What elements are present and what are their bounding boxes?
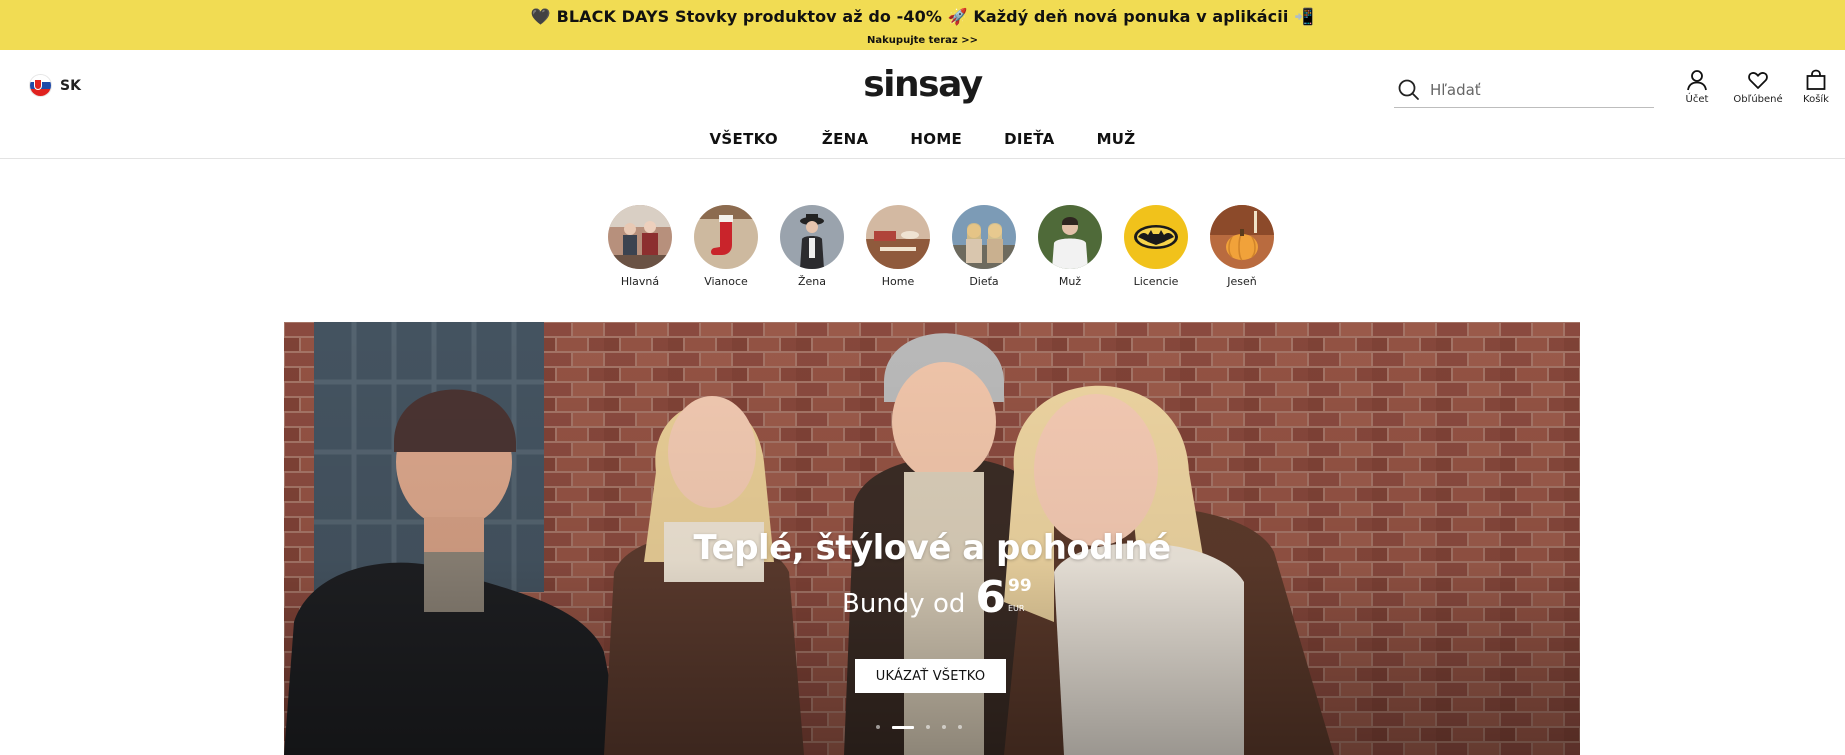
promo-headline[interactable]: 🖤 BLACK DAYS Stovky produktov až do -40%… [0, 7, 1845, 26]
category-christmas-label: Vianoce [704, 275, 748, 288]
slide-dot-4[interactable] [942, 725, 946, 729]
category-main-label: Hlavná [620, 275, 660, 288]
category-women[interactable]: Žena [769, 205, 855, 288]
category-kids-image [952, 205, 1016, 269]
category-men-image [1038, 205, 1102, 269]
category-autumn[interactable]: Jeseň [1199, 205, 1285, 288]
category-main[interactable]: Hlavná [597, 205, 683, 288]
hero-title: Teplé, štýlové a pohodlné [693, 528, 1171, 568]
category-christmas-image [694, 205, 758, 269]
category-carousel: Hlavná Vianoce Žena Home Dieťa Muž Licen… [597, 205, 1285, 288]
heart-icon [1748, 72, 1768, 89]
slide-indicator [876, 725, 962, 729]
slide-dot-5[interactable] [958, 725, 962, 729]
hero-price-currency: EUR [1008, 604, 1025, 613]
category-men[interactable]: Muž [1027, 205, 1113, 288]
category-licences[interactable]: Licencie [1113, 205, 1199, 288]
hero-price-decimals: 99 [1008, 576, 1032, 596]
promo-bar: 🖤 BLACK DAYS Stovky produktov až do -40%… [0, 0, 1845, 50]
cart-button[interactable]: Košík [1796, 68, 1836, 105]
category-men-label: Muž [1058, 275, 1082, 288]
hero-price-integer: 6 [975, 572, 1006, 623]
category-licences-image [1124, 205, 1188, 269]
slide-dot-1[interactable] [876, 725, 880, 729]
category-home-image [866, 205, 930, 269]
shopping-bag-icon [1806, 69, 1826, 90]
hero-price-prefix: Bundy od [842, 589, 966, 619]
category-home-label: Home [881, 275, 915, 288]
hero-banner[interactable]: Teplé, štýlové a pohodlné Bundy od 6 99 … [284, 322, 1580, 755]
category-kids[interactable]: Dieťa [941, 205, 1027, 288]
search-input[interactable] [1430, 80, 1630, 99]
category-autumn-image [1210, 205, 1274, 269]
category-home[interactable]: Home [855, 205, 941, 288]
nav-item-all[interactable]: VŠETKO [710, 130, 778, 148]
search-icon[interactable] [1394, 75, 1424, 105]
nav-item-home[interactable]: HOME [910, 130, 962, 148]
promo-shop-now-link[interactable]: Nakupujte teraz >> [0, 35, 1845, 46]
category-licences-label: Licencie [1133, 275, 1179, 288]
category-women-image [780, 205, 844, 269]
category-autumn-label: Jeseň [1227, 275, 1257, 288]
nav-item-men[interactable]: MUŽ [1097, 130, 1136, 148]
favorites-button[interactable]: Obľúbené [1720, 68, 1796, 105]
category-kids-label: Dieťa [969, 275, 999, 288]
cart-label: Košík [1803, 94, 1829, 105]
slide-dot-3[interactable] [926, 725, 930, 729]
category-main-image [608, 205, 672, 269]
favorites-label: Obľúbené [1733, 94, 1783, 105]
nav-item-kids[interactable]: DIEŤA [1004, 130, 1054, 148]
header-actions: Účet Obľúbené Košík [1680, 68, 1836, 105]
category-christmas[interactable]: Vianoce [683, 205, 769, 288]
search-bar[interactable] [1394, 72, 1654, 108]
site-header: SK sinsay Účet Obľúbené [0, 50, 1845, 159]
slide-dot-2[interactable] [892, 725, 914, 729]
account-label: Účet [1685, 94, 1709, 105]
nav-item-women[interactable]: ŽENA [822, 130, 869, 148]
hero-price: Bundy od 6 99 EUR [842, 576, 1032, 620]
category-women-label: Žena [797, 275, 826, 288]
main-navigation: VŠETKO ŽENA HOME DIEŤA MUŽ [0, 130, 1845, 148]
user-icon [1687, 70, 1707, 91]
account-button[interactable]: Účet [1680, 68, 1714, 105]
show-all-button[interactable]: UKÁZAŤ VŠETKO [855, 659, 1006, 693]
